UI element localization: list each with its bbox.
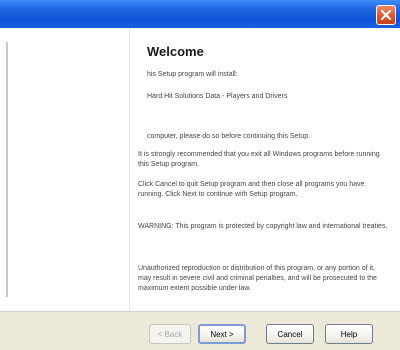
close-icon (380, 9, 392, 21)
cancel-instructions: Click Cancel to quit Setup program and t… (138, 181, 365, 198)
legal-text: Unauthorized reproduction or distributio… (138, 265, 377, 292)
side-banner (0, 28, 130, 311)
dialog-body: Welcome his Setup program will install: … (0, 28, 400, 311)
back-button[interactable]: < Back (149, 324, 191, 344)
button-bar: < Back Next > Cancel Help (0, 311, 400, 350)
intro-line: his Setup program will install: (147, 71, 238, 78)
recommend-text: It is strongly recommended that you exit… (138, 151, 380, 168)
product-name: Hard Hit Solutions Data - Players and Dr… (147, 93, 288, 100)
help-button[interactable]: Help (325, 324, 373, 344)
next-button[interactable]: Next > (198, 324, 246, 344)
banner-stripe (6, 42, 8, 297)
setup-window: Welcome his Setup program will install: … (0, 0, 400, 350)
close-button[interactable] (376, 5, 396, 25)
warning-text: WARNING: This program is protected by co… (138, 223, 388, 230)
title-bar[interactable] (0, 0, 400, 28)
welcome-content: Welcome his Setup program will install: … (135, 36, 390, 308)
cancel-button[interactable]: Cancel (266, 324, 314, 344)
page-title: Welcome (147, 44, 204, 59)
instruction-line: computer, please do so before continuing… (147, 133, 311, 140)
